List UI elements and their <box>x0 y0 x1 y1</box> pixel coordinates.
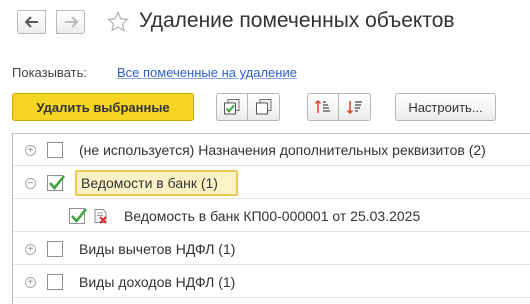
row-checkbox[interactable] <box>47 142 63 158</box>
expand-icon[interactable]: + <box>25 277 36 288</box>
sort-ascending-icon <box>314 99 330 113</box>
sort-descending-icon <box>346 101 362 115</box>
row-label: Ведомость в банк КП00-000001 от 25.03.20… <box>124 208 421 224</box>
tree-row[interactable]: − Ведомости в банк (1) <box>13 167 530 199</box>
row-checkbox[interactable] <box>47 274 63 290</box>
expand-icon[interactable]: + <box>25 145 36 156</box>
check-all-icon <box>224 99 240 115</box>
row-label: Ведомости в банк (1) <box>81 175 218 191</box>
objects-tree: + (не используется) Назначения дополните… <box>12 133 530 304</box>
row-checkbox[interactable] <box>69 208 88 224</box>
checkmark-icon <box>71 208 88 224</box>
uncheck-all-icon <box>255 99 271 115</box>
checkmark-icon <box>49 175 66 191</box>
filter-label: Показывать: <box>12 65 87 80</box>
collapse-icon[interactable]: − <box>25 178 36 189</box>
arrow-left-icon <box>24 16 38 28</box>
filter-link[interactable]: Все помеченные на удаление <box>117 65 297 80</box>
tree-row[interactable]: + Виды доходов НДФЛ (1) <box>13 266 530 298</box>
row-label: (не используется) Назначения дополнитель… <box>79 142 486 158</box>
arrow-right-icon <box>64 16 78 28</box>
uncheck-all-button[interactable] <box>248 93 280 121</box>
settings-button[interactable]: Настроить... <box>395 93 496 121</box>
star-icon[interactable] <box>106 10 130 34</box>
check-all-button[interactable] <box>216 93 248 121</box>
tree-row[interactable]: + Виды вычетов НДФЛ (1) <box>13 233 530 265</box>
row-label: Виды вычетов НДФЛ (1) <box>79 241 236 257</box>
sort-ascending-button[interactable] <box>307 93 339 121</box>
page-title: Удаление помеченных объектов <box>139 9 455 32</box>
tree-row[interactable]: Ведомость в банк КП00-000001 от 25.03.20… <box>13 200 530 232</box>
row-checkbox[interactable] <box>47 175 66 191</box>
document-marked-for-deletion-icon <box>94 209 107 224</box>
row-label: Виды доходов НДФЛ (1) <box>79 274 236 290</box>
forward-button[interactable] <box>56 10 85 34</box>
delete-selected-button[interactable]: Удалить выбранные <box>12 93 194 121</box>
back-button[interactable] <box>17 10 46 34</box>
tree-row[interactable]: + (не используется) Назначения дополните… <box>13 134 530 166</box>
expand-icon[interactable]: + <box>25 244 36 255</box>
row-checkbox[interactable] <box>47 241 63 257</box>
sort-descending-button[interactable] <box>339 93 371 121</box>
